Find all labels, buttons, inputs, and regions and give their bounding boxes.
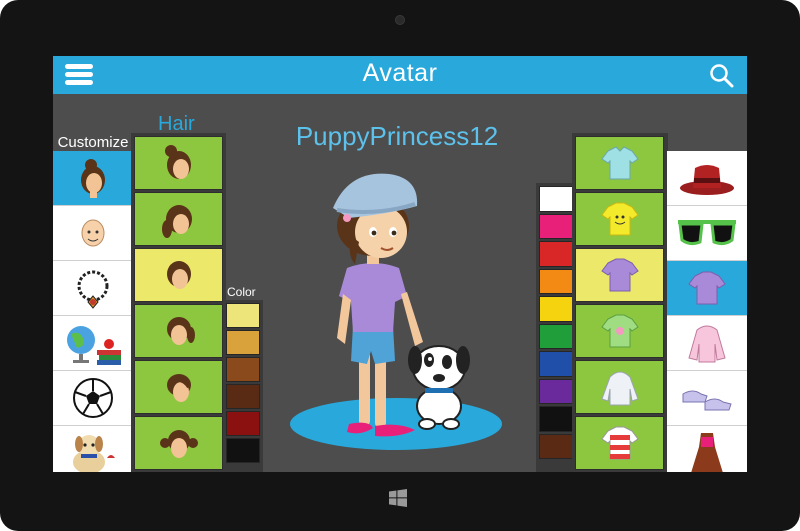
top-option-hoodie[interactable] xyxy=(575,360,664,414)
top-option-striped-tee[interactable] xyxy=(575,416,664,470)
globe-books-icon xyxy=(67,326,121,365)
top-option-green-tee[interactable] xyxy=(575,304,664,358)
hair-option-bun[interactable] xyxy=(134,136,223,190)
category-necklace[interactable] xyxy=(53,261,133,316)
accessory-category-list xyxy=(667,151,747,472)
tablet-frame: Avatar Customize Hair Color PuppyPrinces… xyxy=(0,0,800,531)
windows-logo-icon[interactable] xyxy=(389,489,407,507)
outfit-color-swatch[interactable] xyxy=(539,433,573,459)
hair-side-tail-icon xyxy=(166,317,195,345)
hair-style-list xyxy=(131,133,226,472)
dress-icon xyxy=(691,433,723,472)
sneakers-icon xyxy=(682,390,732,411)
username-label: PuppyPrincess12 xyxy=(295,121,499,151)
soccer-ball-icon xyxy=(73,378,113,418)
hair-option-side-tail[interactable] xyxy=(134,304,223,358)
category-shoes[interactable] xyxy=(667,371,747,426)
top-option-polo[interactable] xyxy=(575,136,664,190)
necklace-icon xyxy=(77,270,109,309)
camera-icon xyxy=(395,15,405,25)
outfit-color-swatch[interactable] xyxy=(539,268,573,294)
hair-ponytail-icon xyxy=(161,205,192,238)
hair-color-swatch[interactable] xyxy=(226,357,260,382)
outfit-color-swatch[interactable] xyxy=(539,351,573,377)
hair-option-short-bob[interactable] xyxy=(134,248,223,302)
outfit-color-swatch[interactable] xyxy=(539,378,573,404)
hat-icon xyxy=(680,165,734,195)
customize-category-list xyxy=(53,151,133,472)
hair-option-pigtails[interactable] xyxy=(134,416,223,470)
category-glasses[interactable] xyxy=(667,206,747,261)
hair-head-icon xyxy=(81,159,105,198)
green-tee-icon xyxy=(600,314,639,348)
category-school[interactable] xyxy=(53,316,133,371)
hair-color-swatch[interactable] xyxy=(226,384,260,409)
outfit-color-swatch[interactable] xyxy=(539,241,573,267)
outfit-color-list xyxy=(536,183,576,472)
category-hair[interactable] xyxy=(53,151,133,206)
hair-color-swatch[interactable] xyxy=(226,438,260,463)
outfit-color-swatch[interactable] xyxy=(539,186,573,212)
outfit-color-swatch[interactable] xyxy=(539,213,573,239)
shirt-icon xyxy=(688,271,726,305)
category-sports[interactable] xyxy=(53,371,133,426)
top-bar: Avatar xyxy=(53,56,747,94)
hair-bun-icon xyxy=(164,145,191,179)
top-option-smiley-tee[interactable] xyxy=(575,192,664,246)
hair-option-ponytail[interactable] xyxy=(134,192,223,246)
page-title: Avatar xyxy=(362,59,438,87)
avatar-preview xyxy=(289,156,509,456)
category-face[interactable] xyxy=(53,206,133,261)
hair-short-bob-icon xyxy=(166,261,191,289)
customize-label: Customize xyxy=(53,134,133,151)
stage-rug xyxy=(290,398,502,450)
puppy-icon xyxy=(73,435,115,472)
purple-tee-icon xyxy=(600,258,639,292)
face-icon xyxy=(81,219,105,247)
color-label: Color xyxy=(227,285,256,299)
outfit-color-swatch[interactable] xyxy=(539,296,573,322)
hair-color-list xyxy=(223,300,263,472)
category-dress[interactable] xyxy=(667,426,747,472)
outfit-color-swatch[interactable] xyxy=(539,323,573,349)
hair-swoop-icon xyxy=(166,374,191,402)
outfit-color-swatch[interactable] xyxy=(539,406,573,432)
category-pets[interactable] xyxy=(53,426,133,472)
polo-shirt-icon xyxy=(600,146,639,180)
hair-color-swatch[interactable] xyxy=(226,330,260,355)
sunglasses-icon xyxy=(678,220,736,246)
top-option-purple-tee[interactable] xyxy=(575,248,664,302)
hair-option-swoop[interactable] xyxy=(134,360,223,414)
category-tops[interactable] xyxy=(667,261,747,316)
search-icon[interactable] xyxy=(709,63,735,89)
tops-list xyxy=(572,133,668,472)
hair-color-swatch[interactable] xyxy=(226,411,260,436)
hoodie-icon xyxy=(600,371,639,406)
category-hat[interactable] xyxy=(667,151,747,206)
category-jacket[interactable] xyxy=(667,316,747,371)
jacket-icon xyxy=(688,325,726,363)
hair-pigtails-icon xyxy=(159,430,198,458)
hair-color-swatch[interactable] xyxy=(226,303,260,328)
app-screen: Avatar Customize Hair Color PuppyPrinces… xyxy=(53,56,747,472)
smiley-tee-icon xyxy=(600,202,639,236)
striped-tee-icon xyxy=(600,426,639,460)
